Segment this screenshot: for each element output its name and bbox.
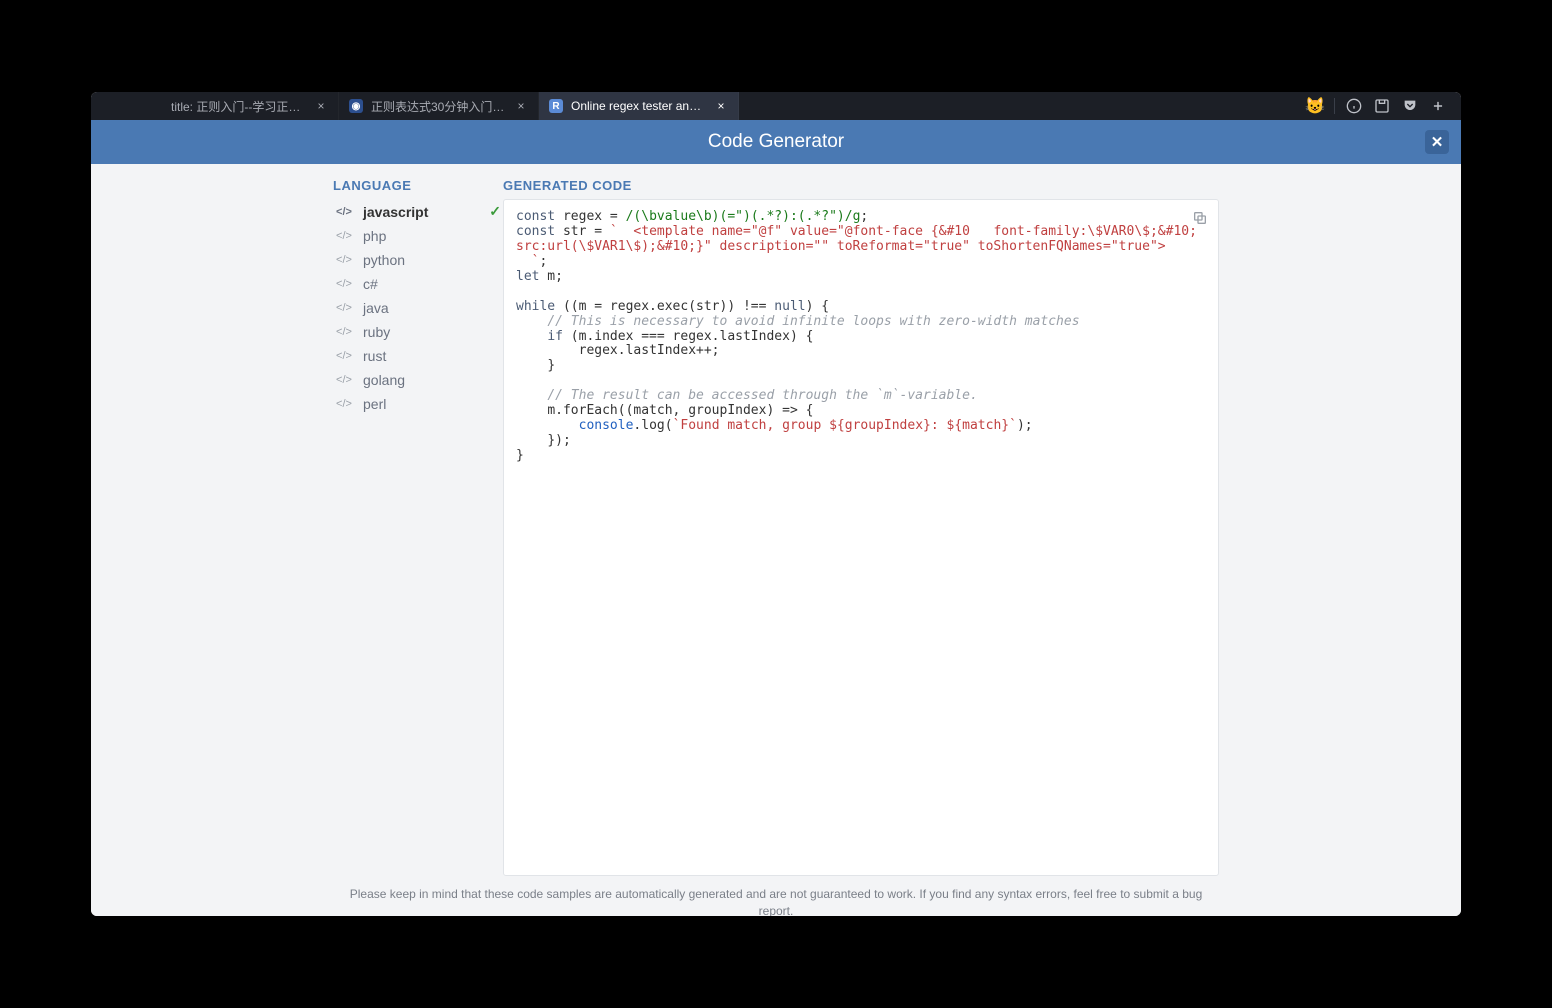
browser-tab-0[interactable]: title: 正则入门--学习正则如此有趣 ×: [139, 92, 339, 120]
info-icon[interactable]: [1345, 97, 1363, 115]
tab-favicon: R: [549, 99, 563, 113]
modal: Code Generator ✕ LANGUAGE </> javascript ✓…: [91, 120, 1461, 916]
pocket-icon[interactable]: [1401, 97, 1419, 115]
language-label: perl: [363, 396, 386, 412]
app-window: title: 正则入门--学习正则如此有趣 × ◉ 正则表达式30分钟入门教程 …: [91, 92, 1461, 916]
tab-title: Online regex tester and de...: [571, 99, 706, 113]
language-item-ruby[interactable]: </> ruby: [333, 320, 503, 344]
tab-title: title: 正则入门--学习正则如此有趣: [171, 98, 306, 115]
close-icon[interactable]: ×: [714, 99, 728, 113]
modal-footer: Please keep in mind that these code samp…: [91, 876, 1461, 916]
code-icon: </>: [335, 326, 353, 338]
language-label: php: [363, 228, 386, 244]
browser-tab-1[interactable]: ◉ 正则表达式30分钟入门教程 -... ×: [339, 92, 539, 120]
extension-icon[interactable]: 😺: [1306, 97, 1324, 115]
language-item-python[interactable]: </> python: [333, 248, 503, 272]
browser-tab-2[interactable]: R Online regex tester and de... ×: [539, 92, 739, 120]
check-icon: ✓: [489, 203, 501, 220]
language-label: javascript: [363, 204, 428, 220]
code-icon: </>: [335, 374, 353, 386]
language-label: java: [363, 300, 389, 316]
code-icon: </>: [335, 230, 353, 242]
language-item-c#[interactable]: </> c#: [333, 272, 503, 296]
language-item-rust[interactable]: </> rust: [333, 344, 503, 368]
code-icon: </>: [335, 398, 353, 410]
new-tab-icon[interactable]: [1429, 97, 1447, 115]
browser-tabbar: title: 正则入门--学习正则如此有趣 × ◉ 正则表达式30分钟入门教程 …: [91, 92, 1461, 120]
language-item-java[interactable]: </> java: [333, 296, 503, 320]
code-icon: </>: [335, 350, 353, 362]
language-label: python: [363, 252, 405, 268]
close-icon[interactable]: ×: [314, 99, 328, 113]
tab-favicon: [149, 99, 163, 113]
code-icon: </>: [335, 206, 353, 218]
footer-line-1: Please keep in mind that these code samp…: [331, 886, 1221, 916]
language-sidebar: LANGUAGE </>javascript✓</>php</>python</…: [333, 174, 503, 876]
code-icon: </>: [335, 254, 353, 266]
sidebar-title: LANGUAGE: [333, 174, 503, 199]
language-label: golang: [363, 372, 405, 388]
panel-title: GENERATED CODE: [503, 174, 1219, 199]
language-label: rust: [363, 348, 386, 364]
code-icon: </>: [335, 302, 353, 314]
modal-header: Code Generator ✕: [91, 120, 1461, 164]
language-label: ruby: [363, 324, 390, 340]
language-label: c#: [363, 276, 378, 292]
separator: [1334, 98, 1335, 114]
code-icon: </>: [335, 278, 353, 290]
close-icon[interactable]: ×: [514, 99, 528, 113]
copy-icon[interactable]: [1190, 208, 1210, 228]
language-item-php[interactable]: </> php: [333, 224, 503, 248]
modal-title: Code Generator: [708, 131, 844, 153]
tab-title: 正则表达式30分钟入门教程 -...: [371, 98, 506, 115]
toolbar-right: 😺: [1306, 92, 1455, 120]
generated-code[interactable]: const regex = /(\bvalue\b)(=")(.*?):(.*?…: [516, 210, 1206, 464]
code-box: const regex = /(\bvalue\b)(=")(.*?):(.*?…: [503, 199, 1219, 876]
modal-close-button[interactable]: ✕: [1425, 130, 1449, 154]
generated-code-panel: GENERATED CODE const regex = /(\bvalue\b…: [503, 174, 1219, 876]
modal-content: LANGUAGE </>javascript✓</>php</>python</…: [91, 164, 1461, 876]
language-item-javascript[interactable]: </> javascript ✓: [333, 199, 503, 224]
language-item-perl[interactable]: </> perl: [333, 392, 503, 416]
tab-favicon: ◉: [349, 99, 363, 113]
save-icon[interactable]: [1373, 97, 1391, 115]
language-item-golang[interactable]: </> golang: [333, 368, 503, 392]
